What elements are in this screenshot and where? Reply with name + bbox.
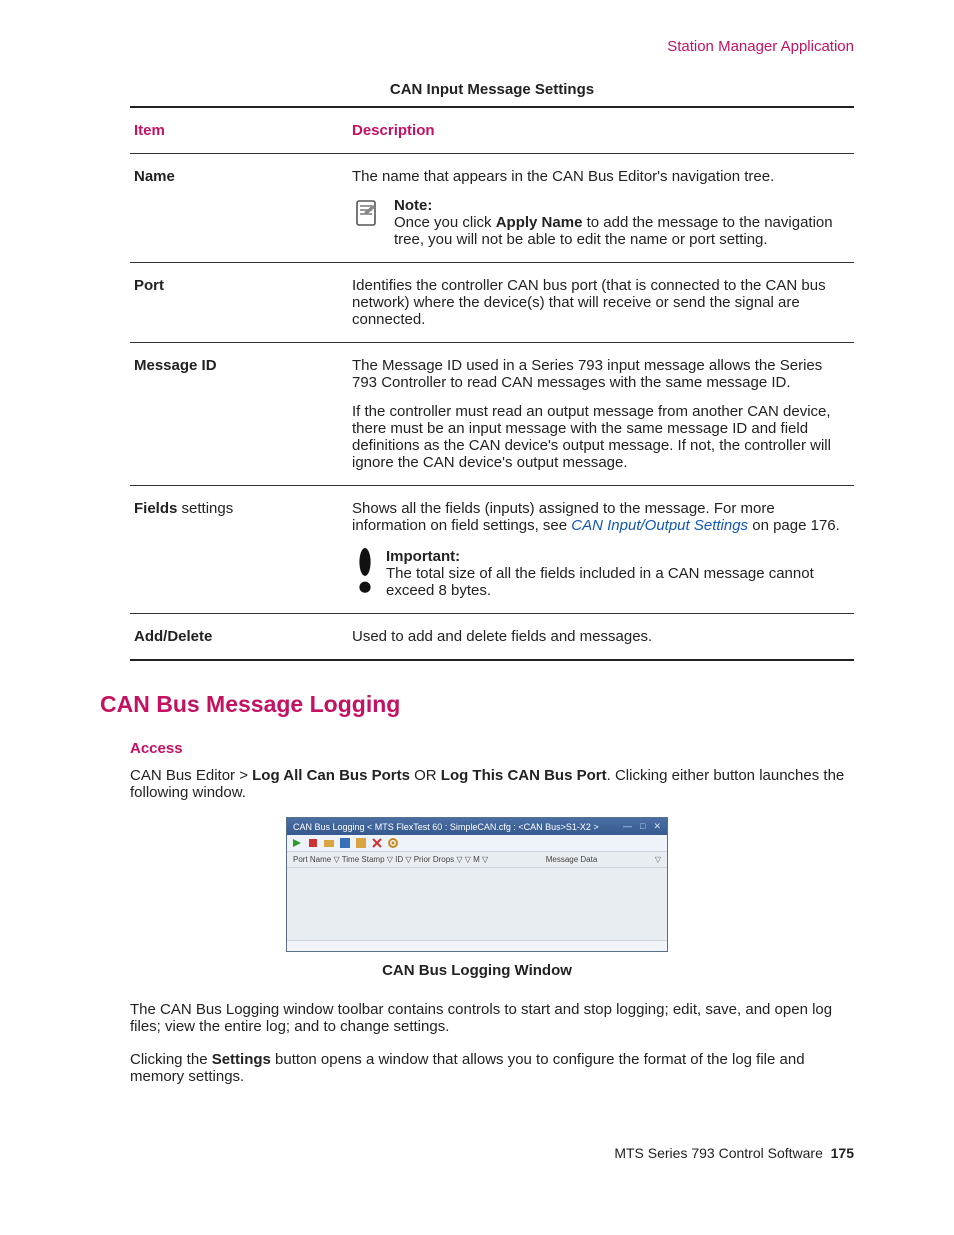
table-row: Port Identifies the controller CAN bus p… bbox=[130, 263, 854, 343]
table-title: CAN Input Message Settings bbox=[130, 81, 854, 108]
note-text: Once you click Apply Name to add the mes… bbox=[394, 214, 850, 248]
minimize-icon[interactable]: — bbox=[623, 821, 632, 832]
note-icon bbox=[352, 197, 384, 229]
toolbar bbox=[287, 835, 667, 851]
settings-table: Item Description Name The name that appe… bbox=[130, 108, 854, 661]
fields-desc: Shows all the fields (inputs) assigned t… bbox=[352, 500, 850, 534]
maximize-icon[interactable]: □ bbox=[640, 821, 645, 832]
window-controls: — □ ✕ bbox=[623, 821, 661, 832]
open-icon[interactable] bbox=[324, 838, 334, 848]
desc-add: Used to add and delete fields and messag… bbox=[348, 614, 854, 661]
cols-left: Port Name ▽ Time Stamp ▽ ID ▽ Prior Drop… bbox=[293, 855, 488, 864]
screenshot-caption: CAN Bus Logging Window bbox=[100, 962, 854, 979]
view-icon[interactable] bbox=[356, 838, 366, 848]
table-row: Add/Delete Used to add and delete fields… bbox=[130, 614, 854, 661]
play-icon[interactable] bbox=[292, 838, 302, 848]
item-add: Add/Delete bbox=[130, 614, 348, 661]
page-header: Station Manager Application bbox=[100, 38, 854, 55]
name-desc-text: The name that appears in the CAN Bus Edi… bbox=[352, 168, 850, 185]
table-row: Message ID The Message ID used in a Seri… bbox=[130, 343, 854, 486]
important-text: The total size of all the fields include… bbox=[386, 565, 850, 599]
table-row: Name The name that appears in the CAN Bu… bbox=[130, 154, 854, 263]
cols-right: Message Data bbox=[546, 855, 598, 864]
window-title: CAN Bus Logging < MTS FlexTest 60 : Simp… bbox=[293, 822, 599, 832]
important-icon bbox=[352, 548, 372, 596]
section-heading: CAN Bus Message Logging bbox=[100, 691, 854, 718]
access-label: Access bbox=[130, 740, 854, 757]
desc-port: Identifies the controller CAN bus port (… bbox=[348, 263, 854, 343]
settings-icon[interactable] bbox=[388, 838, 398, 848]
desc-msgid: The Message ID used in a Series 793 inpu… bbox=[348, 343, 854, 486]
item-msgid: Message ID bbox=[130, 343, 348, 486]
log-footer bbox=[287, 940, 667, 951]
paragraph-2: Clicking the Settings button opens a win… bbox=[130, 1051, 854, 1085]
link-can-io[interactable]: CAN Input/Output Settings bbox=[571, 517, 748, 534]
page-footer: MTS Series 793 Control Software 175 bbox=[100, 1145, 854, 1161]
screenshot: CAN Bus Logging < MTS FlexTest 60 : Simp… bbox=[286, 817, 668, 952]
desc-fields: Shows all the fields (inputs) assigned t… bbox=[348, 486, 854, 614]
important-title: Important: bbox=[386, 548, 850, 565]
table-row: Fields settings Shows all the fields (in… bbox=[130, 486, 854, 614]
paragraph-1: The CAN Bus Logging window toolbar conta… bbox=[130, 1001, 854, 1035]
item-port: Port bbox=[130, 263, 348, 343]
note-title: Note: bbox=[394, 197, 850, 214]
th-desc: Description bbox=[348, 108, 854, 154]
item-fields: Fields settings bbox=[130, 486, 348, 614]
access-text: CAN Bus Editor > Log All Can Bus Ports O… bbox=[130, 767, 854, 801]
dropdown-icon[interactable]: ▽ bbox=[655, 855, 661, 864]
msgid-p2: If the controller must read an output me… bbox=[352, 403, 850, 471]
stop-icon[interactable] bbox=[308, 838, 318, 848]
desc-name: The name that appears in the CAN Bus Edi… bbox=[348, 154, 854, 263]
save-icon[interactable] bbox=[340, 838, 350, 848]
close-icon[interactable]: ✕ bbox=[653, 821, 661, 832]
msgid-p1: The Message ID used in a Series 793 inpu… bbox=[352, 357, 850, 391]
item-name: Name bbox=[130, 154, 348, 263]
th-item: Item bbox=[130, 108, 348, 154]
log-body bbox=[287, 868, 667, 940]
clear-icon[interactable] bbox=[372, 838, 382, 848]
